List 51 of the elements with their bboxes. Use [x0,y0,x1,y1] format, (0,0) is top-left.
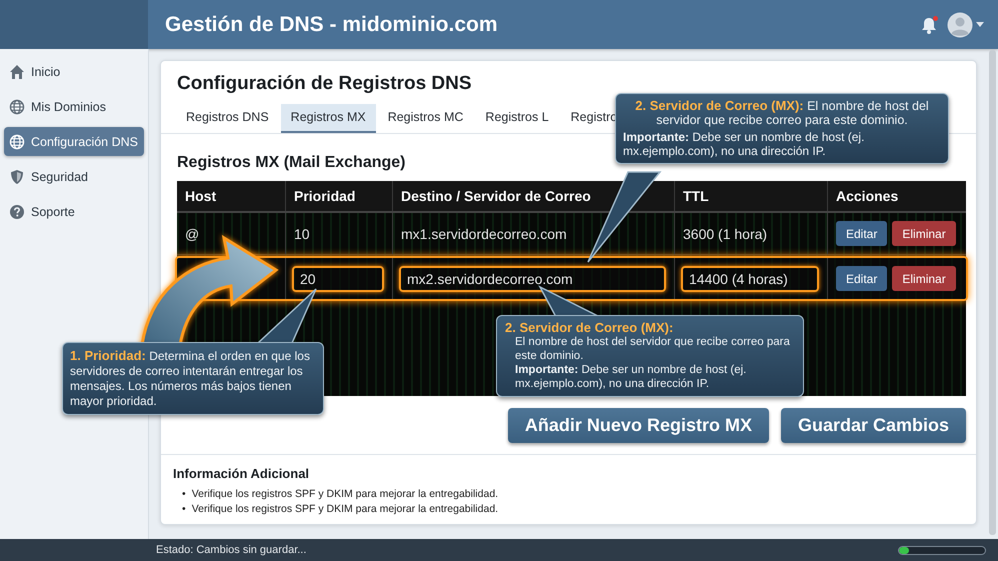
status-text: Estado: Cambios sin guardar... [156,544,306,556]
shield-icon [9,168,25,184]
table-cell: @ [185,226,200,242]
edit-button[interactable]: Editar [836,266,888,291]
bullet: • [182,487,186,502]
avatar-icon [947,12,973,38]
info-item: Verifique los registros SPF y DKIM para mejorar la entregabilidad. [192,487,498,502]
tab[interactable]: Registro [560,104,628,133]
section-heading: Registros MX (Mail Exchange) [177,154,406,172]
home-icon [9,64,25,80]
bullet: • [182,502,186,517]
page-heading: Configuración de Registros DNS [177,73,473,95]
app-title: Gestión de DNS - midominio.com [165,12,499,36]
tab[interactable]: Registros MC [378,104,474,133]
sidebar-item[interactable]: Configuración DNS [4,127,144,156]
globe-icon [9,134,25,150]
callout-heading: 2. Servidor de Correo (MX): [505,321,674,335]
tab[interactable]: Registros MX [280,104,376,133]
table-cell: mx2.servidordecorreo.com [399,266,666,292]
help-icon [9,204,25,220]
sidebar-item[interactable]: Soporte [4,197,144,226]
column-header: Prioridad [286,181,393,211]
callout-text: 1. Prioridad: Determina el orden en que los servidores de correo intentarán entregar los mensajes. Los números más bajos tienen mayor prioridad. [70,348,311,409]
table-cell: 3600 (1 hora) [683,226,768,242]
sidebar-item[interactable]: Mis Dominios [4,92,144,121]
sidebar-item[interactable]: Inicio [4,57,144,86]
table-cell: mx1.servidordecorreo.com [401,226,567,242]
caret-icon [976,22,984,27]
callout-note: Importante: Debe ser un nombre de host (ej. mx.ejemplo.com), no una dirección IP. [514,363,748,391]
delete-button[interactable]: Eliminar [892,266,956,291]
callout-text: 2. Servidor de Correo (MX): El nombre de host del servidor que recibe correo para este dominio. [634,99,930,127]
sidebar-item[interactable]: Seguridad [4,162,144,191]
callout-note: Importante: Debe ser un nombre de host (ej. mx.ejemplo.com), no una dirección IP. [623,130,866,158]
edit-button[interactable]: Editar [836,221,888,246]
table-cell: 20 [292,266,384,292]
table-cell: 10 [294,226,310,242]
notification-button[interactable] [919,14,939,34]
save-button[interactable]: Guardar Cambios [780,408,966,443]
info-heading: Información Adicional [173,466,310,481]
column-header: TTL [675,181,828,211]
globe-icon [9,98,25,114]
column-header: Acciones [835,187,900,206]
delete-button[interactable]: Eliminar [892,221,956,246]
table-cell: 14400 (4 horas) [681,266,819,292]
column-header: Host [177,181,286,211]
tab[interactable]: Registros L [475,104,559,133]
user-menu-button[interactable] [947,12,984,38]
callout-text: El nombre de host del servidor que recibe correo para este dominio. [514,335,791,363]
tab[interactable]: Registros DNS [176,104,279,133]
add-record-button[interactable]: Añadir Nuevo Registro MX [508,408,769,443]
info-item: Verifique los registros SPF y DKIM para mejorar la entregabilidad. [192,502,498,517]
